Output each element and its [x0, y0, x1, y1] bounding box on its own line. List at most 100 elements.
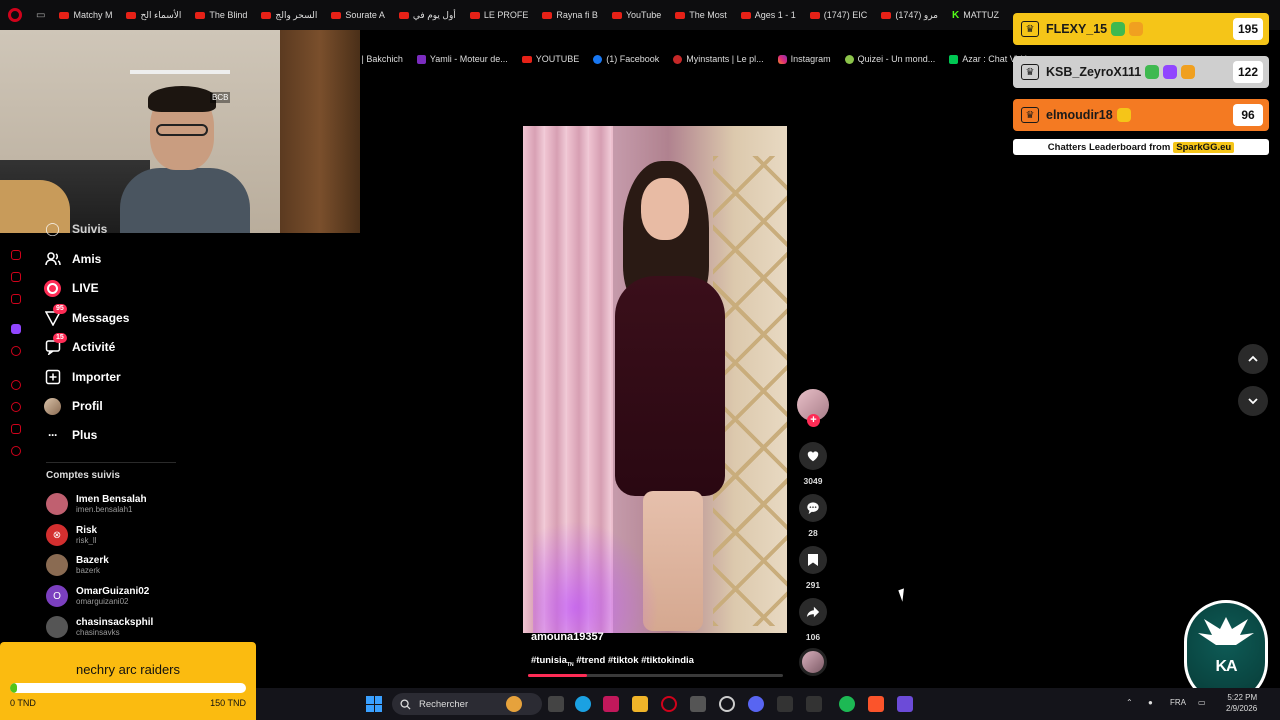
followed-account-3[interactable]: Bazerk bazerk [46, 554, 109, 576]
youtube-icon [809, 11, 820, 19]
youtube-icon [542, 11, 553, 19]
messenger-icon[interactable] [11, 272, 21, 282]
goal-progress-fill [10, 683, 18, 693]
azar-icon [949, 54, 959, 64]
bookmark-quizei[interactable]: Quizei - Un mond... [844, 54, 935, 64]
goal-title: nechry arc raiders [75, 662, 181, 677]
opera-sidebar [0, 230, 32, 470]
bookmark-13[interactable]: مرو (1747) [881, 10, 938, 21]
nav-following[interactable]: ◯ Suivis [44, 222, 107, 236]
microphone-icon[interactable]: ● [1148, 698, 1153, 707]
bookmark-6[interactable]: أول يوم في [398, 10, 456, 21]
facebook-icon [593, 54, 603, 64]
twitch-icon[interactable] [11, 324, 21, 334]
avatar [46, 616, 68, 638]
aria-icon[interactable] [11, 250, 21, 260]
video-author[interactable]: amouna19357 [531, 631, 604, 643]
webcam-feed: BCB [0, 30, 360, 233]
messages-badge: 95 [53, 303, 67, 314]
store-icon[interactable] [690, 696, 706, 712]
capcut-icon[interactable] [806, 696, 822, 712]
followed-account-4[interactable]: O OmarGuizani02 omarguizani02 [46, 585, 149, 607]
history-icon[interactable] [11, 402, 21, 412]
save-count: 291 [805, 580, 821, 590]
previous-video-button[interactable] [1238, 344, 1268, 374]
settings-icon[interactable] [11, 446, 21, 456]
messages-icon: 95 [44, 303, 67, 327]
next-video-button[interactable] [1238, 386, 1268, 416]
task-view-icon[interactable] [548, 696, 564, 712]
nav-upload[interactable]: Importer [44, 366, 121, 388]
nav-profile[interactable]: Profil [44, 395, 103, 417]
bookmark-7[interactable]: LE PROFE [469, 10, 528, 20]
followed-account-1[interactable]: Imen Bensalah imen.bensalah1 [46, 493, 147, 515]
music-disc-icon[interactable] [799, 648, 827, 676]
nav-activity[interactable]: 15 Activité [44, 332, 115, 358]
save-button[interactable] [799, 546, 827, 574]
bookmark-3[interactable]: The Blind [195, 10, 247, 20]
music-icon[interactable] [11, 346, 21, 356]
chevron-down-icon [1248, 398, 1258, 405]
comment-button[interactable] [799, 494, 827, 522]
player-icon[interactable] [11, 380, 21, 390]
follow-plus-icon[interactable]: + [807, 414, 820, 427]
steam-icon[interactable] [719, 696, 735, 712]
app-grid-icon[interactable] [897, 696, 913, 712]
bookmark-1[interactable]: Matchy M [59, 10, 112, 20]
bookmark-8[interactable]: Rayna fi B [542, 10, 598, 20]
file-explorer-icon[interactable] [632, 696, 648, 712]
bookmark-instagram[interactable]: Instagram [777, 54, 831, 64]
youtube-icon [261, 11, 272, 19]
like-button[interactable] [799, 442, 827, 470]
bookmark-bakchich[interactable]: il | Bakchich [355, 54, 403, 64]
webcam-shelf [130, 70, 230, 74]
tray-chevron-icon[interactable]: ⌃ [1126, 698, 1133, 707]
bookmark-youtube[interactable]: YOUTUBE [521, 54, 579, 64]
followed-account-2[interactable]: ⊗ Risk risk_ll [46, 524, 97, 546]
app-icon[interactable] [777, 696, 793, 712]
bookmark-9[interactable]: YouTube [611, 10, 661, 20]
followed-accounts-title: Comptes suivis [46, 470, 120, 481]
spotify-icon[interactable] [839, 696, 855, 712]
avatar: O [46, 585, 68, 607]
bookmark-myinstants[interactable]: Myinstants | Le pl... [673, 54, 764, 64]
leaderboard-row-3: ♛ elmoudir18 96 [1013, 99, 1269, 131]
quizei-icon [844, 54, 854, 64]
video-player[interactable] [523, 126, 787, 633]
bookmark-10[interactable]: The Most [675, 10, 727, 20]
nav-live[interactable]: LIVE [44, 277, 99, 299]
bookmark-facebook[interactable]: (1) Facebook [593, 54, 659, 64]
bookmark-11[interactable]: Ages 1 - 1 [740, 10, 796, 20]
profile-avatar-icon [44, 397, 61, 415]
video-progress-bar[interactable] [528, 674, 783, 677]
bookmark-2[interactable]: الأسماء الح [126, 10, 181, 21]
brave-icon[interactable] [868, 696, 884, 712]
bookmark-14[interactable]: K MATTUZ [952, 10, 999, 21]
video-hashtags[interactable]: #tunisiaTN #trend #tiktok #tiktokindia [531, 655, 694, 668]
mail-icon[interactable] [11, 294, 21, 304]
followed-account-5[interactable]: chasinsacksphil chasinsavks [46, 616, 153, 638]
m365-icon[interactable] [603, 696, 619, 712]
extensions-icon[interactable] [11, 424, 21, 434]
tab-grid-icon[interactable]: ▭ [36, 10, 45, 21]
youtube-icon [469, 11, 480, 19]
kick-icon: K [951, 9, 960, 21]
donation-goal-widget: nechry arc raiders 0 TND 150 TND [0, 642, 256, 720]
bookmark-12[interactable]: (1747) EIC [809, 10, 867, 20]
discord-icon[interactable] [748, 696, 764, 712]
taskbar-clock[interactable]: 5:22 PM 2/9/2026 [1226, 692, 1257, 714]
nav-more[interactable]: ··· Plus [44, 424, 97, 446]
network-icon[interactable]: ▭ [1198, 698, 1206, 707]
start-button[interactable] [366, 696, 382, 712]
edge-icon[interactable] [575, 696, 591, 712]
bookmark-yamli[interactable]: Yamli - Moteur de... [416, 54, 508, 64]
avatar [46, 554, 68, 576]
share-button[interactable] [799, 598, 827, 626]
bookmark-5[interactable]: Sourate A [331, 10, 385, 20]
opera-icon[interactable] [8, 8, 22, 22]
opera-taskbar-icon[interactable] [661, 696, 677, 712]
nav-messages[interactable]: 95 Messages [44, 303, 129, 329]
bookmark-4[interactable]: السحر والج [261, 10, 317, 21]
language-indicator[interactable]: FRA [1170, 698, 1186, 707]
nav-friends[interactable]: Amis [44, 248, 101, 270]
